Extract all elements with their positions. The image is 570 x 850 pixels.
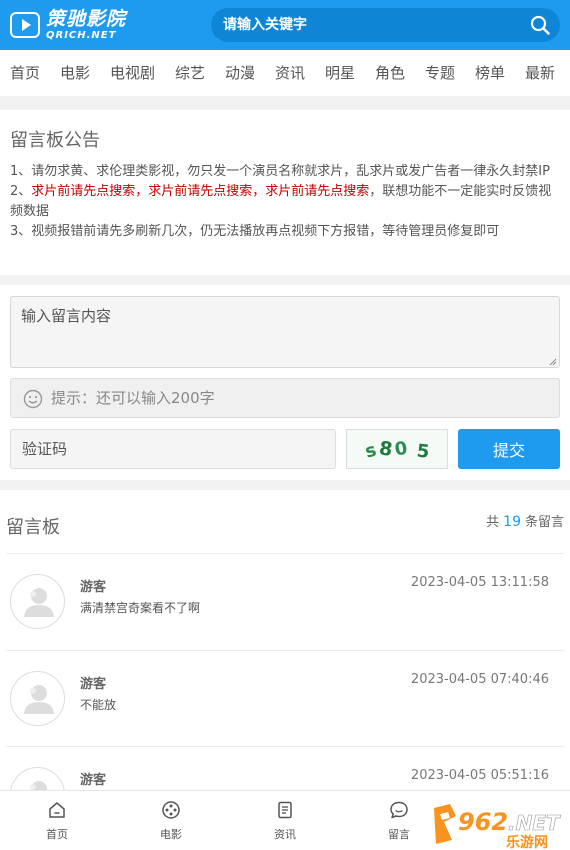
- message-user: 游客: [80, 580, 107, 595]
- search-bar: [211, 8, 560, 42]
- chat-bubble-icon: [390, 801, 408, 819]
- tab-movie[interactable]: 电影: [114, 791, 228, 850]
- tab-home[interactable]: 首页: [0, 791, 114, 850]
- nav-item-tv[interactable]: 电视剧: [110, 50, 155, 96]
- count-number: 19: [503, 514, 521, 530]
- top-header: 策驰影院 QRICH.NET: [0, 0, 570, 50]
- message-time: 2023-04-05 07:40:46: [410, 672, 549, 687]
- message-text: 满清禁宫奇案看不了啊: [80, 601, 201, 615]
- tab-label: 首页: [46, 828, 68, 841]
- count-suffix: 条留言: [524, 515, 564, 530]
- message-text: 不能放: [80, 698, 117, 712]
- notice-line-2-prefix: 2、: [10, 184, 32, 199]
- svg-text:乐游网: 乐游网: [506, 834, 548, 850]
- avatar: [10, 574, 65, 629]
- char-limit-tip: 提示：还可以输入200字: [10, 378, 560, 418]
- list-item: 游客 2023-04-05 07:40:46 不能放: [0, 651, 570, 747]
- tip-text: 提示：还可以输入200字: [51, 389, 215, 407]
- site-logo[interactable]: 策驰影院 QRICH.NET: [10, 8, 125, 42]
- board-title: 留言板: [6, 517, 60, 538]
- captcha-image[interactable]: s 8 0 5: [346, 429, 448, 469]
- svg-text:962: 962: [458, 808, 508, 836]
- svg-text:5: 5: [416, 441, 431, 463]
- captcha-graphic: s 8 0 5: [363, 437, 431, 463]
- user-avatar-icon: [24, 588, 54, 617]
- home-icon: [49, 802, 65, 818]
- message-time: 2023-04-05 05:51:16: [410, 768, 549, 783]
- tab-label: 电影: [160, 828, 182, 841]
- message-user: 游客: [80, 773, 107, 788]
- message-count: 共 19 条留言: [486, 511, 564, 530]
- captcha-input[interactable]: [10, 429, 336, 469]
- tab-label: 资讯: [274, 828, 296, 841]
- notice-title: 留言板公告: [10, 130, 100, 151]
- message-form: 提示：还可以输入200字 s 8 0 5 提交: [0, 285, 570, 480]
- svg-text:8: 8: [378, 437, 394, 461]
- nav-item-topics[interactable]: 专题: [425, 50, 455, 96]
- message-board: 留言板 共 19 条留言 游客 2023-04-05 13:11:58 满清禁宫奇案…: [0, 490, 570, 822]
- smiley-icon[interactable]: [23, 389, 43, 409]
- submit-button[interactable]: 提交: [458, 429, 560, 469]
- svg-text:0: 0: [393, 438, 409, 461]
- count-prefix: 共: [486, 515, 500, 530]
- nav-item-movie[interactable]: 电影: [60, 50, 90, 96]
- notice-line-2-warning: 求片前请先点搜索，求片前请先点搜索，求片前请先点搜索: [31, 184, 370, 199]
- notice-line-1: 1、请勿求黄、求伦理类影视，勿只发一个演员名称就求片，乱求片或发广告者一律永久封…: [10, 164, 550, 179]
- notice-line-3: 3、视频报错前请先多刷新几次，仍无法播放再点视频下方报错，等待管理员修复即可: [10, 224, 500, 239]
- nav-item-roles[interactable]: 角色: [375, 50, 405, 96]
- nav-item-news[interactable]: 资讯: [275, 50, 305, 96]
- nav-item-home[interactable]: 首页: [10, 50, 40, 96]
- news-icon: [278, 801, 292, 819]
- play-logo-icon: [10, 12, 40, 38]
- list-item: 游客 2023-04-05 13:11:58 满清禁宫奇案看不了啊: [0, 554, 570, 650]
- user-avatar-icon: [24, 685, 54, 714]
- nav-item-anime[interactable]: 动漫: [225, 50, 255, 96]
- tab-news[interactable]: 资讯: [228, 791, 342, 850]
- search-icon[interactable]: [530, 15, 550, 35]
- message-time: 2023-04-05 13:11:58: [410, 575, 549, 590]
- notice-line-2: 2、求片前请先点搜索，求片前请先点搜索，求片前请先点搜索，联想功能不一定能实时反…: [10, 182, 555, 222]
- resize-grip-icon[interactable]: [549, 358, 557, 366]
- logo-domain: QRICH.NET: [46, 30, 117, 41]
- search-input[interactable]: [223, 8, 513, 42]
- svg-text:.NET: .NET: [508, 811, 561, 835]
- category-nav: 首页 电影 电视剧 综艺 动漫 资讯 明星 角色 专题 榜单 最新: [0, 50, 570, 96]
- notice-text: 1、请勿求黄、求伦理类影视，勿只发一个演员名称就求片，乱求片或发广告者一律永久封…: [10, 162, 555, 242]
- logo-name: 策驰影院: [46, 8, 127, 30]
- notice-card: 留言板公告 1、请勿求黄、求伦理类影视，勿只发一个演员名称就求片，乱求片或发广告…: [0, 110, 570, 275]
- film-reel-icon: [162, 801, 180, 819]
- nav-item-variety[interactable]: 综艺: [175, 50, 205, 96]
- avatar: [10, 671, 65, 726]
- message-content-input[interactable]: [10, 296, 560, 368]
- nav-item-stars[interactable]: 明星: [325, 50, 355, 96]
- nav-item-ranking[interactable]: 榜单: [475, 50, 505, 96]
- nav-item-latest[interactable]: 最新: [525, 50, 555, 96]
- svg-text:s: s: [363, 440, 379, 463]
- site-watermark-logo: 962 .NET 乐游网: [434, 804, 561, 850]
- message-user: 游客: [80, 677, 107, 692]
